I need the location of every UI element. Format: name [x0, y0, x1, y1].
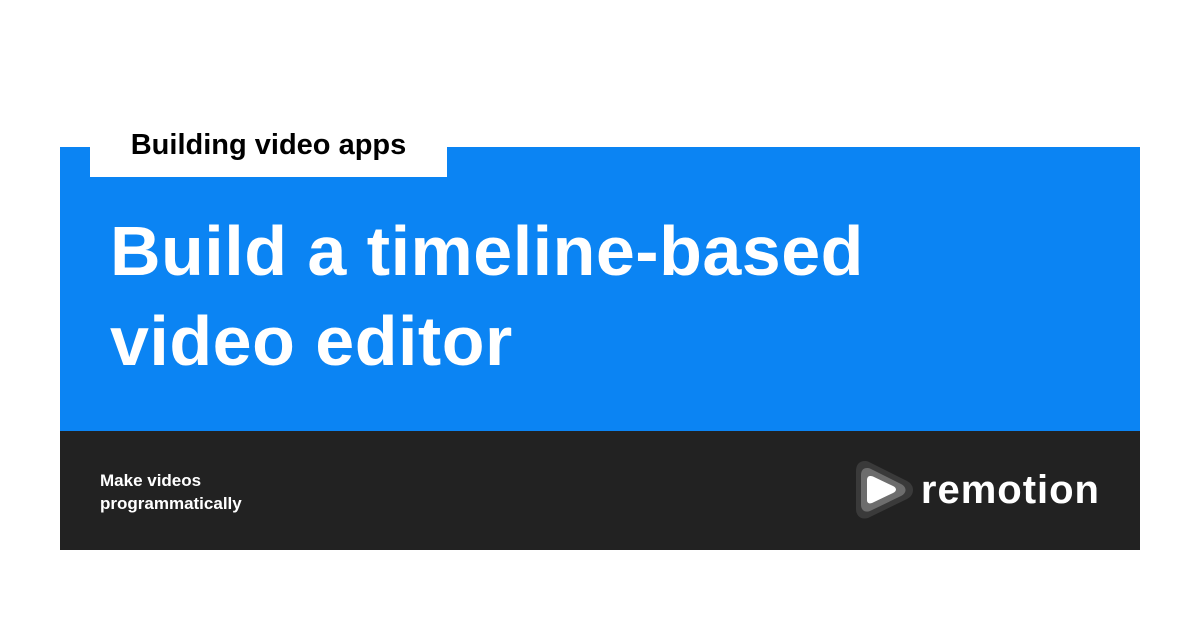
tagline-line-2: programmatically — [100, 494, 242, 513]
tagline: Make videos programmatically — [100, 469, 320, 515]
logo-text: remotion — [920, 467, 1100, 512]
title-line-1: Build a timeline-based — [110, 212, 864, 290]
remotion-logo: remotion — [855, 459, 1100, 521]
category-tag: Building video apps — [90, 120, 447, 177]
footer-bar: Make videos programmatically remotion — [60, 431, 1140, 550]
remotion-play-icon — [855, 461, 913, 519]
title-line-2: video editor — [110, 302, 513, 380]
page-title: Build a timeline-based video editor — [110, 206, 1110, 386]
tagline-line-1: Make videos — [100, 471, 202, 490]
